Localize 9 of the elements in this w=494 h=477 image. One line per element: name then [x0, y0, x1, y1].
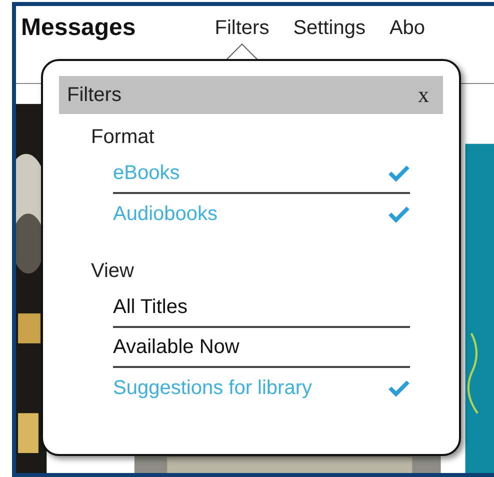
popup-title: Filters [67, 84, 122, 106]
filter-option[interactable]: Available Now [113, 328, 410, 368]
close-button[interactable]: x [414, 84, 433, 106]
section-heading: View [91, 260, 135, 284]
nav-link[interactable]: Settings [293, 17, 366, 59]
page-title: Messages [21, 14, 136, 42]
section-heading: Format [91, 126, 156, 150]
nav-link[interactable]: Abo [389, 17, 426, 59]
filter-option[interactable]: All Titles [113, 288, 410, 328]
